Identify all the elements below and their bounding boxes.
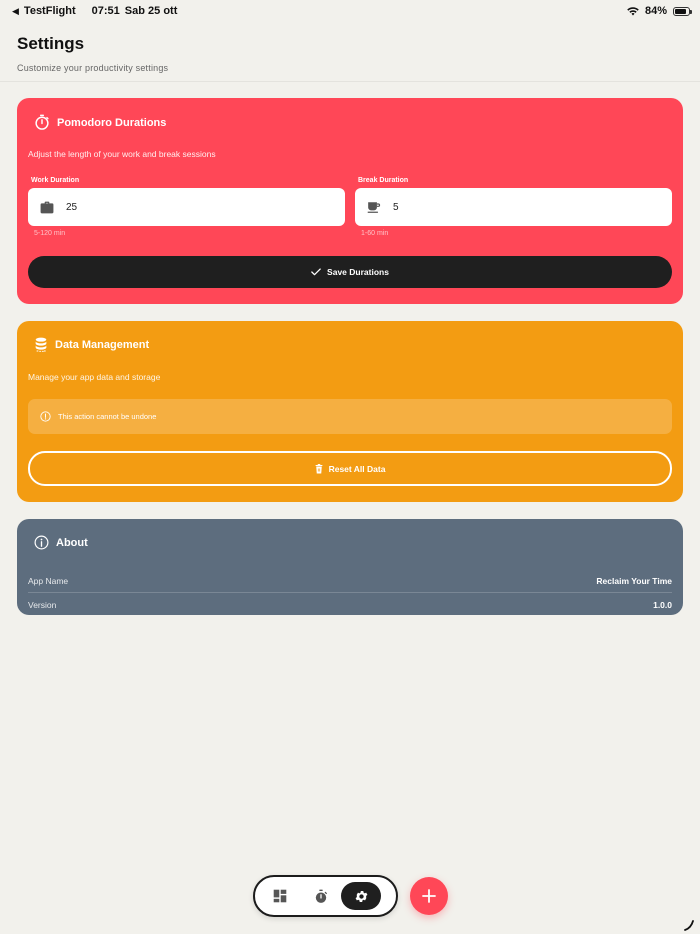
dashboard-icon <box>273 889 286 903</box>
work-duration-value[interactable]: 25 <box>66 202 77 213</box>
break-duration-hint: 1-60 min <box>361 230 389 237</box>
tab-timer[interactable] <box>300 882 341 910</box>
pomodoro-description: Adjust the length of your work and break… <box>28 149 216 159</box>
gear-icon <box>355 890 367 902</box>
pomodoro-title: Pomodoro Durations <box>57 116 167 129</box>
work-duration-label: Work Duration <box>31 177 80 184</box>
data-management-description: Manage your app data and storage <box>28 372 161 382</box>
battery-percent: 84% <box>644 5 667 17</box>
warning-text: This action cannot be undone <box>58 412 157 421</box>
about-value: 1.0.0 <box>653 600 672 610</box>
back-arrow-icon[interactable]: ◀ <box>12 6 19 17</box>
status-bar: ◀ TestFlight 07:51 Sab 25 ott 84% <box>0 0 700 24</box>
plus-icon <box>422 889 436 903</box>
tab-dashboard[interactable] <box>259 882 300 910</box>
tab-settings[interactable] <box>341 882 381 910</box>
stopwatch-icon <box>315 889 327 903</box>
warning-circle-icon <box>40 411 51 422</box>
briefcase-icon <box>40 201 54 213</box>
back-app-label[interactable]: TestFlight <box>24 5 76 17</box>
work-duration-hint: 5-120 min <box>34 230 66 237</box>
break-duration-value[interactable]: 5 <box>393 202 399 213</box>
save-durations-button[interactable]: Save Durations <box>28 256 672 288</box>
reset-all-data-label: Reset All Data <box>328 463 386 474</box>
header-divider <box>0 81 700 82</box>
database-icon <box>35 337 47 352</box>
coffee-icon <box>367 201 381 213</box>
warning-box: This action cannot be undone <box>28 399 672 434</box>
about-key: App Name <box>28 576 69 586</box>
status-time: 07:51 <box>91 5 120 17</box>
page-subtitle: Customize your productivity settings <box>17 63 169 73</box>
data-management-card: Data Management Manage your app data and… <box>17 321 683 502</box>
add-fab-button[interactable] <box>410 877 448 915</box>
bottom-tab-bar <box>253 875 398 917</box>
info-icon <box>34 535 49 550</box>
page-header: Settings Customize your productivity set… <box>17 34 168 73</box>
trash-icon <box>315 463 323 473</box>
about-card: About App Name Reclaim Your Time Version… <box>17 519 683 615</box>
about-row-version: Version 1.0.0 <box>28 600 672 610</box>
break-duration-field[interactable]: 5 <box>355 188 672 226</box>
about-divider <box>28 592 672 593</box>
pencil-hover-indicator-icon <box>684 920 694 931</box>
checkmark-icon <box>311 268 321 276</box>
about-title: About <box>56 536 88 549</box>
about-value: Reclaim Your Time <box>596 576 672 586</box>
break-duration-label: Break Duration <box>358 177 409 184</box>
work-duration-field[interactable]: 25 <box>28 188 345 226</box>
wifi-icon <box>627 6 639 15</box>
page-title: Settings <box>17 34 85 53</box>
battery-icon <box>673 6 692 16</box>
stopwatch-icon <box>35 114 49 130</box>
pomodoro-card: Pomodoro Durations Adjust the length of … <box>17 98 683 304</box>
status-date: Sab 25 ott <box>124 5 178 17</box>
data-management-title: Data Management <box>55 339 150 351</box>
about-row-app-name: App Name Reclaim Your Time <box>28 576 672 586</box>
save-durations-label: Save Durations <box>327 267 389 277</box>
battery-fill <box>675 8 686 14</box>
reset-all-data-button[interactable]: Reset All Data <box>28 451 672 486</box>
about-key: Version <box>28 600 57 610</box>
